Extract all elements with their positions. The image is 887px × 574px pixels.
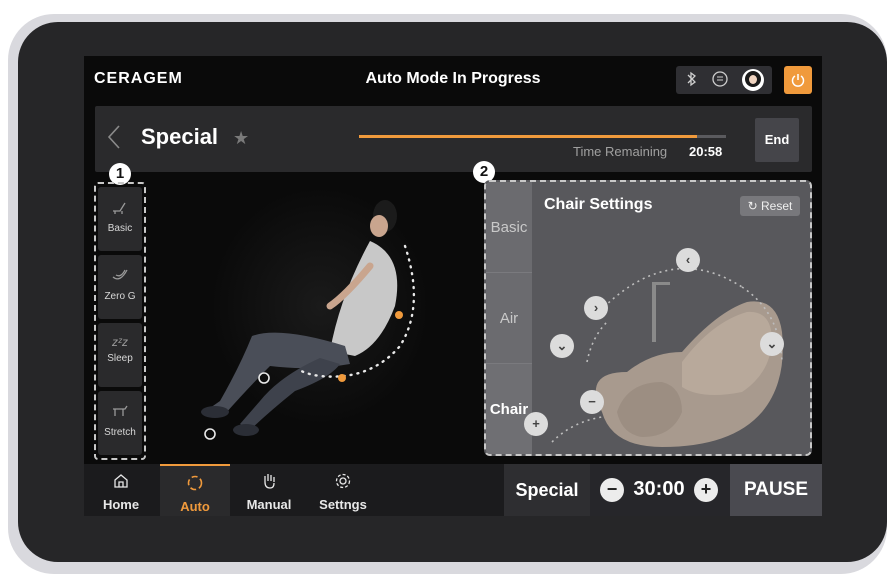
mode-bar: Special ★ Time Remaining 20:58 End [95,106,812,172]
bluetooth-icon[interactable] [682,70,702,90]
zero-g-icon [98,267,142,287]
preset-label: Basic [107,223,133,234]
avatar[interactable] [742,69,764,91]
reset-label: Reset [761,199,793,213]
preset-label: Stretch [104,427,136,438]
stretch-icon [98,403,142,423]
chevron-right-icon[interactable]: › [584,296,608,320]
tab-label: Basic [490,219,528,236]
mode-name: Special [141,124,219,149]
chevron-down-icon[interactable]: ⌄ [550,334,574,358]
settings-title: Chair Settings [544,196,653,213]
chair-diagram: ‹ › ⌄ ⌄ − + [524,222,810,454]
timer-decrease-button[interactable]: − [600,478,624,502]
tab-basic[interactable]: Basic [486,182,532,273]
tab-label: Air [499,310,519,327]
preset-panel: Basic Zero G zᶻz Sleep Stretch [94,182,146,460]
pause-button[interactable]: PAUSE [730,464,822,516]
time-remaining-value: 20:58 [689,144,723,159]
auto-icon [160,474,230,496]
minus-icon[interactable]: − [580,390,604,414]
nav-settings[interactable]: Settngs [308,464,378,516]
tab-air[interactable]: Air [486,273,532,364]
favorite-star-icon[interactable]: ★ [233,128,249,149]
timer-increase-button[interactable]: + [694,478,718,502]
time-remaining-label: Time Remaining [573,144,668,159]
massage-figure-illustration [170,186,430,456]
status-icons [676,66,772,94]
nav-label: Home [102,497,140,512]
timer-control: − 30:00 + [590,464,730,516]
chevron-down-icon[interactable]: ⌄ [760,332,784,356]
tab-chair[interactable]: Chair [486,364,532,454]
top-bar: CERAGEM Auto Mode In Progress [84,56,822,102]
timer-value: 30:00 [633,478,685,500]
preset-label: Zero G [104,291,136,302]
chair-settings-panel: Basic Air Chair Chair Settings ↻ Reset ‹… [484,180,812,456]
home-icon [86,472,156,494]
plus-icon[interactable]: + [524,412,548,436]
nav-label: Settngs [319,497,367,512]
reset-icon: ↻ [747,199,758,213]
gear-icon [308,472,378,494]
sleep-icon: zᶻz [112,335,128,349]
preset-stretch[interactable]: Stretch [98,391,142,455]
preset-label: Sleep [107,353,133,364]
preset-basic[interactable]: Basic [98,187,142,251]
nav-label: Manual [246,497,292,512]
nav-auto[interactable]: Auto [160,464,230,516]
end-button[interactable]: End [755,118,799,162]
tablet-screen: CERAGEM Auto Mode In Progress Special ★ … [84,56,822,516]
chevron-left-icon[interactable]: ‹ [676,248,700,272]
tab-label: Chair [489,401,529,418]
special-mode-button[interactable]: Special [504,464,590,516]
reset-button[interactable]: ↻ Reset [740,196,800,216]
progress-fill [359,135,697,138]
nav-manual[interactable]: Manual [234,464,304,516]
bottom-bar: Home Auto Manual Settngs Special − 30:00… [84,464,822,516]
preset-zero-g[interactable]: Zero G [98,255,142,319]
preset-sleep[interactable]: zᶻz Sleep [98,323,142,387]
power-icon[interactable] [784,66,812,94]
progress-bar [359,135,726,138]
chair-basic-icon [98,199,142,219]
hand-icon [234,472,304,494]
nav-label: Auto [180,499,210,514]
nav-home[interactable]: Home [86,464,156,516]
chat-icon[interactable] [710,70,730,90]
back-chevron-icon[interactable] [107,124,121,157]
